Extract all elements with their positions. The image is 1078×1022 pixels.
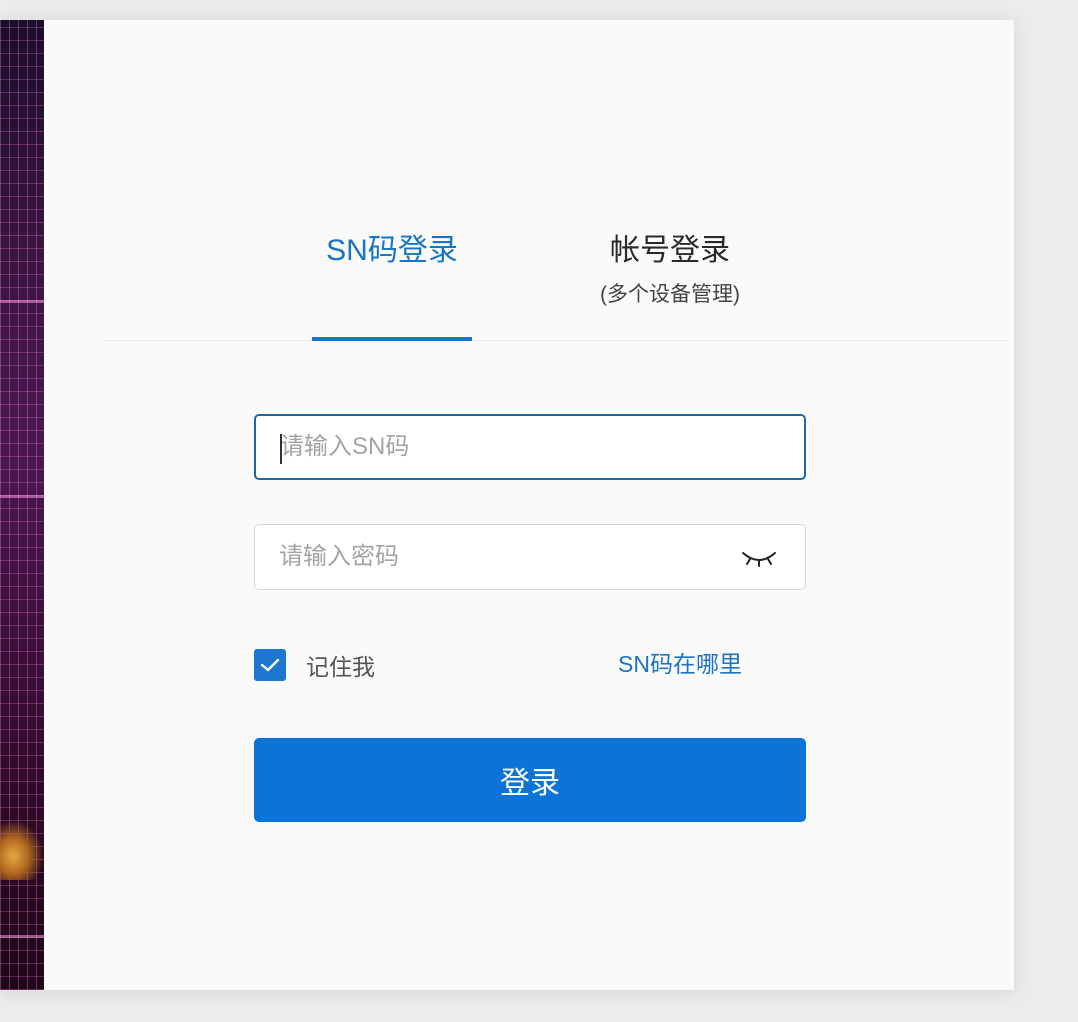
- login-button[interactable]: 登录: [254, 738, 806, 822]
- text-cursor: [280, 434, 282, 464]
- tab-sn-login[interactable]: SN码登录: [312, 230, 472, 272]
- active-tab-indicator: [312, 337, 472, 341]
- sn-help-link[interactable]: SN码在哪里: [618, 648, 742, 680]
- remember-me-checkbox[interactable]: 记住我: [254, 648, 375, 682]
- art-glow: [0, 820, 44, 880]
- tab-account-login-label: 帐号登录: [610, 234, 730, 267]
- tab-account-login-sublabel: (多个设备管理): [600, 283, 740, 306]
- art-stripe: [0, 935, 44, 938]
- background-art-image: [0, 20, 44, 990]
- remember-me-label: 记住我: [306, 654, 375, 680]
- art-stripe: [0, 495, 44, 498]
- art-stripe: [0, 300, 44, 303]
- login-card: SN码登录 帐号登录 (多个设备管理) 记住我 SN码在哪里 登录: [0, 20, 1014, 990]
- tab-account-login[interactable]: 帐号登录 (多个设备管理): [560, 230, 780, 308]
- sn-input[interactable]: [280, 416, 720, 478]
- tab-divider: [100, 340, 1010, 341]
- checkmark-icon[interactable]: [254, 649, 286, 681]
- eye-closed-icon[interactable]: [739, 545, 779, 569]
- tab-sn-login-label: SN码登录: [326, 234, 458, 267]
- password-field: [254, 524, 806, 590]
- sn-field: [254, 414, 806, 480]
- password-input[interactable]: [279, 525, 719, 589]
